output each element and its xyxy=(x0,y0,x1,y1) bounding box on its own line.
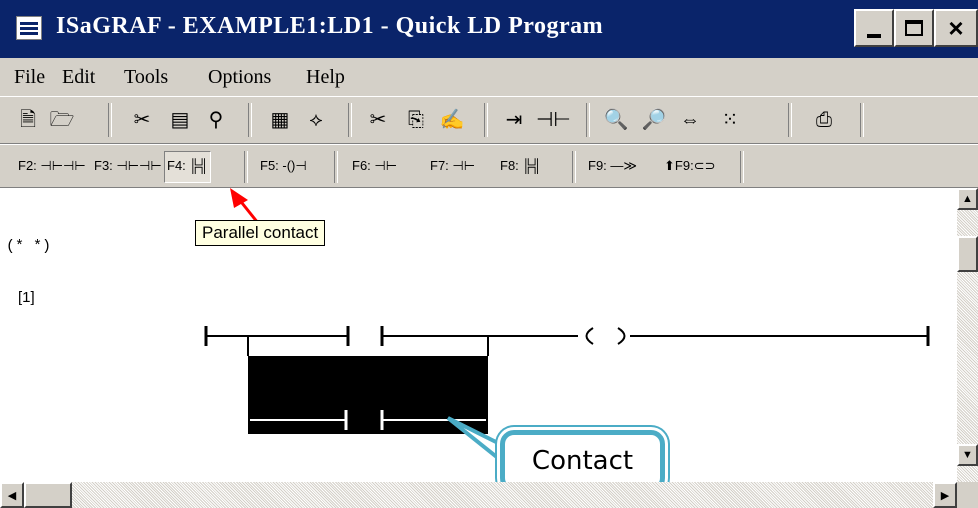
horizontal-scrollbar[interactable]: ◀ ▶ xyxy=(0,482,957,508)
minimize-button[interactable] xyxy=(854,9,894,47)
close-icon: × xyxy=(948,13,964,43)
maximize-icon xyxy=(905,20,923,36)
coil-left xyxy=(585,327,594,345)
scroll-up-button[interactable]: ▲ xyxy=(957,188,978,210)
menu-edit[interactable]: Edit xyxy=(62,66,95,89)
fkey-separator xyxy=(334,151,338,183)
f5-key[interactable]: F5: -()⊣ xyxy=(258,151,309,181)
zoom-in-icon[interactable]: 🔎 xyxy=(640,107,668,133)
open-icon[interactable]: 🗁 xyxy=(48,107,76,133)
f9-key[interactable]: F9: —≫ xyxy=(586,151,639,181)
f7-key[interactable]: F7: ⊣⊢ xyxy=(428,151,477,181)
fkey-separator xyxy=(572,151,576,183)
scrollbar-corner xyxy=(957,482,978,508)
cut-bin-icon[interactable]: ✂ xyxy=(128,107,156,133)
maximize-button[interactable] xyxy=(894,9,934,47)
print-icon[interactable]: ⎙ xyxy=(810,107,838,133)
menu-bar: File Edit Tools Options Help xyxy=(0,58,978,96)
main-toolbar: 🗎 🗁 ✂ ▤ ⚲ ▦ ⟡ ✂ ⎘ ✍ ⇥ ⊣⊢ 🔍 🔎 ⇔ ⁙ ⎙ xyxy=(0,96,978,144)
menu-options[interactable]: Options xyxy=(208,66,271,89)
f8-key[interactable]: F8: ╠╣ xyxy=(498,151,543,181)
fkey-separator xyxy=(740,151,744,183)
toolbar-separator xyxy=(484,103,488,137)
vertical-scrollbar[interactable]: ▲ ▼ xyxy=(957,188,978,482)
scroll-left-button[interactable]: ◀ xyxy=(0,482,24,508)
menu-tools[interactable]: Tools xyxy=(124,66,168,89)
paint-icon[interactable]: ✍ xyxy=(438,107,466,133)
wizard-icon[interactable]: ⚲ xyxy=(202,107,230,133)
contact-icon[interactable]: ⊣⊢ xyxy=(536,107,571,133)
close-button[interactable]: × xyxy=(934,9,978,47)
scroll-right-button[interactable]: ▶ xyxy=(933,482,957,508)
app-icon[interactable] xyxy=(16,16,42,40)
monitor-icon[interactable]: ▤ xyxy=(166,107,194,133)
f6-key[interactable]: F6: ⊣⊢ xyxy=(350,151,399,181)
toolbar-separator xyxy=(860,103,864,137)
tree-icon[interactable]: ⟡ xyxy=(302,107,330,133)
menu-file[interactable]: File xyxy=(14,66,45,89)
function-key-bar: F2: ⊣⊢⊣⊢ F3: ⊣⊢⊣⊢ F4: ╠╣ F5: -()⊣ F6: ⊣⊢… xyxy=(0,144,978,188)
graph-icon[interactable]: ▦ xyxy=(266,107,294,133)
scissors-icon[interactable]: ✂ xyxy=(364,107,392,133)
f4-parallel-contact-key[interactable]: F4: ╠╣ xyxy=(164,151,211,183)
f2-key[interactable]: F2: ⊣⊢⊣⊢ xyxy=(16,151,88,181)
tooltip: Parallel contact xyxy=(195,220,326,246)
toolbar-separator xyxy=(586,103,590,137)
zoom-out-icon[interactable]: 🔍 xyxy=(602,107,630,133)
grid-icon[interactable]: ⁙ xyxy=(716,107,744,133)
window-title: ISaGRAF - EXAMPLE1:LD1 - Quick LD Progra… xyxy=(56,13,604,39)
shift-f9-key[interactable]: ⬆F9:⊂⊃ xyxy=(662,151,717,181)
fit-icon[interactable]: ⇔ xyxy=(676,107,704,133)
ladder-diagram[interactable] xyxy=(0,188,957,482)
menu-help[interactable]: Help xyxy=(306,66,345,89)
toolbar-separator xyxy=(788,103,792,137)
toolbar-separator xyxy=(348,103,352,137)
vertical-scroll-thumb[interactable] xyxy=(957,236,978,272)
copy-icon[interactable]: ⎘ xyxy=(402,107,430,133)
minimize-icon xyxy=(867,34,881,38)
scroll-down-button[interactable]: ▼ xyxy=(957,444,978,466)
new-icon[interactable]: 🗎 xyxy=(14,107,42,133)
horizontal-scroll-thumb[interactable] xyxy=(24,482,72,508)
arrow-left-icon: ◀ xyxy=(7,489,17,502)
arrow-right-icon: ▶ xyxy=(940,489,950,502)
arrow-down-icon: ▼ xyxy=(962,449,973,461)
title-bar: ISaGRAF - EXAMPLE1:LD1 - Quick LD Progra… xyxy=(0,0,978,58)
ld-editor-canvas[interactable]: (* *) [1] xyxy=(0,188,957,482)
callout-label: Contact xyxy=(531,446,634,476)
coil-right xyxy=(617,327,626,345)
selection-block xyxy=(248,356,488,412)
jump-icon[interactable]: ⇥ xyxy=(500,107,528,133)
toolbar-separator xyxy=(248,103,252,137)
toolbar-separator xyxy=(108,103,112,137)
arrow-up-icon: ▲ xyxy=(962,193,973,205)
f3-key[interactable]: F3: ⊣⊢⊣⊢ xyxy=(92,151,164,181)
fkey-separator xyxy=(244,151,248,183)
